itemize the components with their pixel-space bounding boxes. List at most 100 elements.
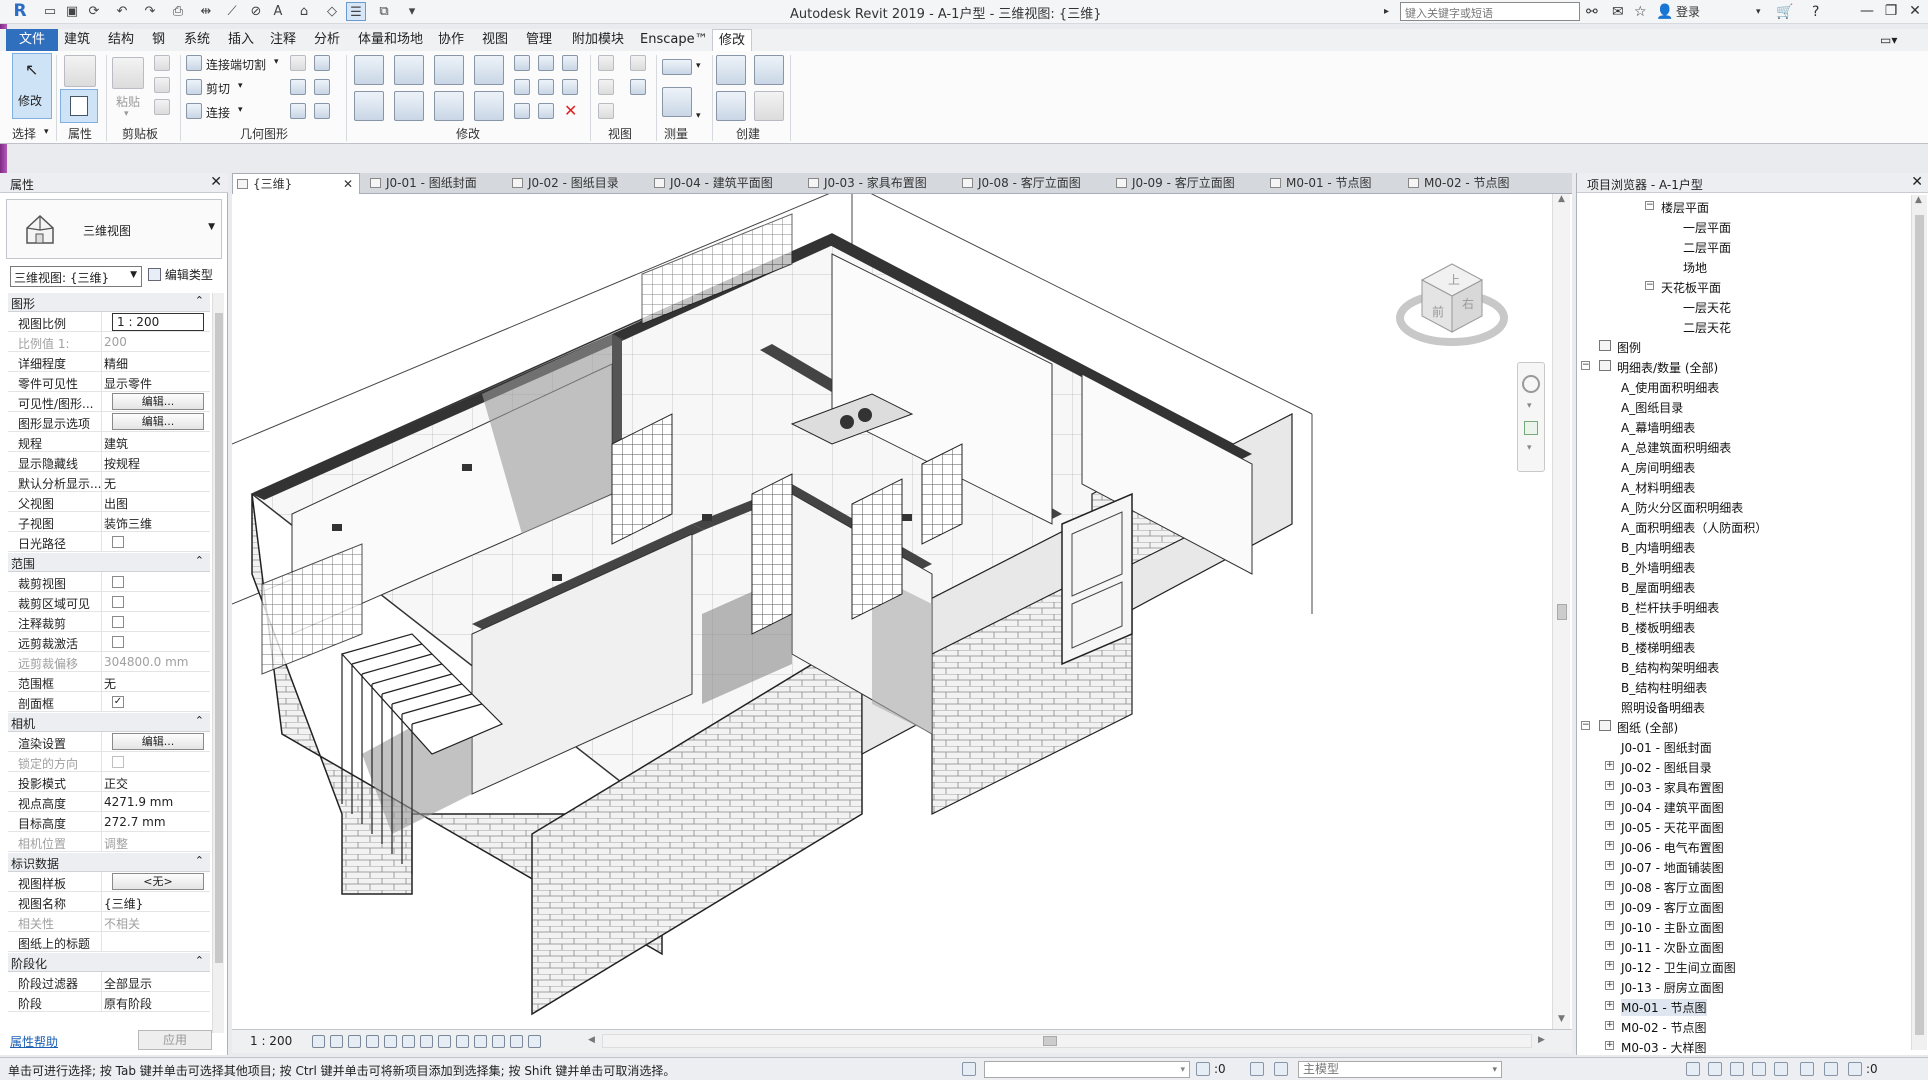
render-icon[interactable]: [384, 1035, 397, 1048]
expand-toggle-icon[interactable]: +: [1605, 801, 1614, 810]
constraints-icon[interactable]: [528, 1035, 541, 1048]
select-by-face-icon[interactable]: [1752, 1062, 1766, 1076]
join-cut-dropdown-icon[interactable]: ▾: [274, 57, 279, 67]
delete-icon[interactable]: ✕: [564, 101, 577, 120]
lock-view-icon[interactable]: [438, 1035, 451, 1048]
browser-scrollbar[interactable]: ▲: [1911, 195, 1927, 1050]
align-icon[interactable]: [354, 55, 384, 85]
scroll-thumb[interactable]: [215, 313, 223, 963]
properties-scrollbar[interactable]: [212, 293, 224, 1033]
login-dropdown-icon[interactable]: ▾: [1756, 2, 1761, 22]
split-element-icon[interactable]: [514, 55, 530, 71]
hide-in-view-icon[interactable]: [598, 55, 614, 71]
view-scale-input[interactable]: 1 : 200: [112, 313, 204, 331]
close-icon[interactable]: ✕: [1911, 174, 1923, 190]
browser-item[interactable]: J0-02 - 图纸目录: [1621, 759, 1712, 776]
cut-label[interactable]: 剪切: [206, 80, 230, 97]
wall-join-icon[interactable]: [314, 79, 330, 95]
trim-multiple-icon[interactable]: [514, 103, 530, 119]
paste-dropdown-icon[interactable]: ▾: [124, 109, 129, 119]
collapse-toggle-icon[interactable]: −: [1581, 361, 1590, 370]
tab-modify[interactable]: 修改: [712, 29, 753, 51]
browser-item[interactable]: B_结构构架明细表: [1621, 659, 1719, 676]
view-tab[interactable]: J0-02 - 图纸目录: [508, 173, 619, 194]
worksharing-icon[interactable]: [492, 1035, 505, 1048]
analysis-icon[interactable]: [510, 1035, 523, 1048]
select-dropdown-icon[interactable]: ▾: [44, 127, 49, 137]
steering-wheel-icon[interactable]: [1522, 375, 1540, 393]
split-gap-icon[interactable]: [538, 55, 554, 71]
view-tab[interactable]: M0-01 - 节点图: [1266, 173, 1372, 194]
browser-item[interactable]: J0-06 - 电气布置图: [1621, 839, 1724, 856]
expand-toggle-icon[interactable]: +: [1605, 981, 1614, 990]
join-label[interactable]: 连接: [206, 104, 230, 121]
browser-item[interactable]: B_楼梯明细表: [1621, 639, 1695, 656]
browser-item[interactable]: 楼层平面: [1661, 199, 1709, 216]
scroll-thumb[interactable]: [1915, 215, 1924, 1035]
tab-structure[interactable]: 结构: [102, 29, 140, 51]
login-link[interactable]: 登录: [1676, 2, 1700, 22]
edit-type-button[interactable]: 编辑类型: [148, 266, 213, 283]
group-phasing[interactable]: 阶段化 ⌃: [8, 953, 210, 972]
demolish-icon[interactable]: [314, 103, 330, 119]
tab-view[interactable]: 视图: [476, 29, 514, 51]
expand-toggle-icon[interactable]: +: [1605, 821, 1614, 830]
prop-row-sub-view[interactable]: 子视图 装饰三维: [8, 512, 210, 532]
view-tab[interactable]: {三维} ✕: [232, 173, 360, 194]
type-selector[interactable]: 三维视图 ▼: [6, 199, 222, 259]
pin-icon[interactable]: [562, 79, 578, 95]
view-template-button[interactable]: <无>: [112, 873, 204, 890]
collapse-icon[interactable]: ⌃: [195, 954, 204, 967]
prop-row-show-hidden[interactable]: 显示隐藏线 按规程: [8, 452, 210, 472]
cope-icon[interactable]: [186, 55, 202, 71]
browser-item[interactable]: A_图纸目录: [1621, 399, 1683, 416]
collapse-icon[interactable]: ⌃: [195, 294, 204, 307]
prop-value[interactable]: 出图: [104, 495, 128, 512]
crop-view-icon[interactable]: [402, 1035, 415, 1048]
graphic-display-edit-button[interactable]: 编辑...: [112, 413, 204, 430]
paint-icon[interactable]: [290, 103, 306, 119]
browser-item[interactable]: A_防火分区面积明细表: [1621, 499, 1743, 516]
design-options-icon[interactable]: [1250, 1062, 1264, 1076]
chevron-down-icon[interactable]: ▼: [208, 222, 215, 232]
tab-systems[interactable]: 系统: [178, 29, 216, 51]
select-panel-label[interactable]: 选择: [12, 125, 36, 142]
prop-value[interactable]: 精细: [104, 355, 128, 372]
browser-item[interactable]: J0-05 - 天花平面图: [1621, 819, 1724, 836]
far-clip-checkbox[interactable]: [112, 636, 124, 648]
text-icon[interactable]: A: [268, 2, 288, 21]
apply-button[interactable]: 应用: [138, 1030, 212, 1050]
cart-icon[interactable]: 🛒: [1776, 2, 1793, 22]
open-icon[interactable]: ▭: [40, 2, 60, 21]
cut-geometry-icon[interactable]: [186, 79, 202, 95]
customize-qat-icon[interactable]: ▾: [402, 2, 422, 21]
view-tab[interactable]: J0-08 - 客厅立面图: [958, 173, 1081, 194]
collapse-icon[interactable]: ⌃: [195, 714, 204, 727]
print-icon[interactable]: ⎙: [168, 2, 188, 21]
properties-help-link[interactable]: 属性帮助: [10, 1033, 58, 1050]
modify-button[interactable]: ↖ 修改: [12, 53, 52, 119]
editing-requests-icon[interactable]: [1196, 1062, 1210, 1076]
collapse-icon[interactable]: ⌃: [195, 554, 204, 567]
browser-item[interactable]: 一层天花: [1683, 299, 1731, 316]
tab-collaborate[interactable]: 协作: [432, 29, 470, 51]
tab-analyze[interactable]: 分析: [308, 29, 346, 51]
tab-manage[interactable]: 管理: [520, 29, 558, 51]
search-expand-icon[interactable]: ▸: [1384, 2, 1389, 22]
browser-item[interactable]: M0-02 - 节点图: [1621, 1019, 1707, 1036]
crop-view-checkbox[interactable]: [112, 576, 124, 588]
browser-item[interactable]: B_内墙明细表: [1621, 539, 1695, 556]
browser-item[interactable]: M0-01 - 节点图: [1621, 999, 1707, 1016]
tag-icon[interactable]: ⊘: [246, 2, 266, 21]
browser-item[interactable]: A_材料明细表: [1621, 479, 1695, 496]
browser-item[interactable]: 二层天花: [1683, 319, 1731, 336]
browser-item[interactable]: J0-13 - 厨房立面图: [1621, 979, 1724, 996]
scroll-up-icon[interactable]: ▲: [1915, 195, 1922, 205]
tab-enscape[interactable]: Enscape™: [634, 29, 714, 51]
prop-value[interactable]: 原有阶段: [104, 995, 152, 1012]
help-icon[interactable]: ?: [1812, 2, 1819, 22]
expand-toggle-icon[interactable]: +: [1605, 1041, 1614, 1050]
chevron-down-icon[interactable]: ▾: [1527, 401, 1532, 411]
canvas-vertical-scrollbar[interactable]: ▲ ▼: [1552, 194, 1570, 1029]
expand-toggle-icon[interactable]: +: [1605, 1021, 1614, 1030]
